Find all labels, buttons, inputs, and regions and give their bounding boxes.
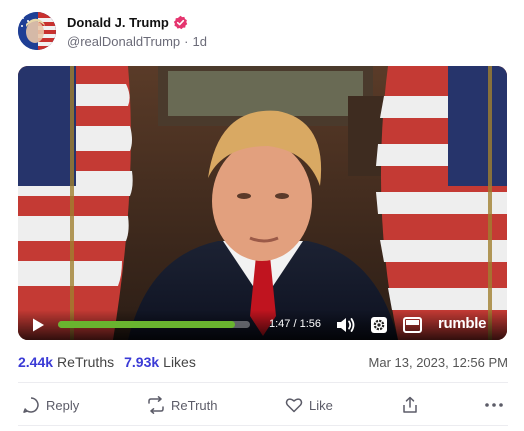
- share-button[interactable]: [401, 393, 425, 417]
- retruth-label: ReTruth: [171, 397, 218, 413]
- settings-icon[interactable]: [370, 316, 388, 334]
- likes-label[interactable]: Likes: [163, 354, 196, 370]
- more-icon: [485, 403, 503, 407]
- retruths-label[interactable]: ReTruths: [57, 354, 114, 370]
- video-player[interactable]: 1:47 / 1:56 rumble: [18, 66, 507, 340]
- separator: ·: [184, 34, 189, 49]
- progress-fill: [58, 321, 235, 328]
- post-age[interactable]: 1d: [193, 34, 207, 49]
- reply-button[interactable]: Reply: [22, 393, 79, 417]
- progress-bar[interactable]: [58, 321, 250, 328]
- rumble-logo[interactable]: rumble: [438, 315, 487, 332]
- verified-badge-icon: [173, 15, 188, 30]
- like-label: Like: [309, 397, 333, 413]
- handle[interactable]: @realDonaldTrump: [67, 34, 180, 49]
- share-icon: [403, 396, 417, 413]
- picture-in-picture-icon[interactable]: [403, 317, 422, 333]
- retruths-count[interactable]: 2.44k: [18, 354, 53, 370]
- divider: [18, 382, 508, 383]
- post-header: Donald J. Trump @realDonaldTrump · 1d: [18, 12, 508, 50]
- like-button[interactable]: Like: [285, 393, 333, 417]
- reply-label: Reply: [46, 397, 80, 413]
- video-time: 1:47 / 1:56: [269, 318, 321, 330]
- post-timestamp[interactable]: Mar 13, 2023, 12:56 PM: [369, 355, 508, 370]
- likes-count[interactable]: 7.93k: [124, 354, 159, 370]
- post-stats: 2.44k ReTruths 7.93k Likes Mar 13, 2023,…: [18, 352, 508, 372]
- reply-icon: [23, 397, 39, 413]
- avatar[interactable]: [18, 12, 56, 50]
- action-bar: Reply ReTruth Like: [18, 393, 508, 417]
- volume-icon[interactable]: [336, 317, 356, 333]
- video-controls: 1:47 / 1:56 rumble: [18, 310, 507, 340]
- retruth-icon: [148, 396, 164, 414]
- display-name[interactable]: Donald J. Trump: [67, 15, 169, 30]
- more-button[interactable]: [484, 393, 510, 417]
- retruth-button[interactable]: ReTruth: [147, 393, 217, 417]
- like-icon: [285, 398, 303, 413]
- video-frame: [18, 66, 507, 340]
- play-icon[interactable]: [30, 317, 46, 333]
- handle-row: @realDonaldTrump · 1d: [67, 34, 207, 49]
- divider: [18, 425, 508, 426]
